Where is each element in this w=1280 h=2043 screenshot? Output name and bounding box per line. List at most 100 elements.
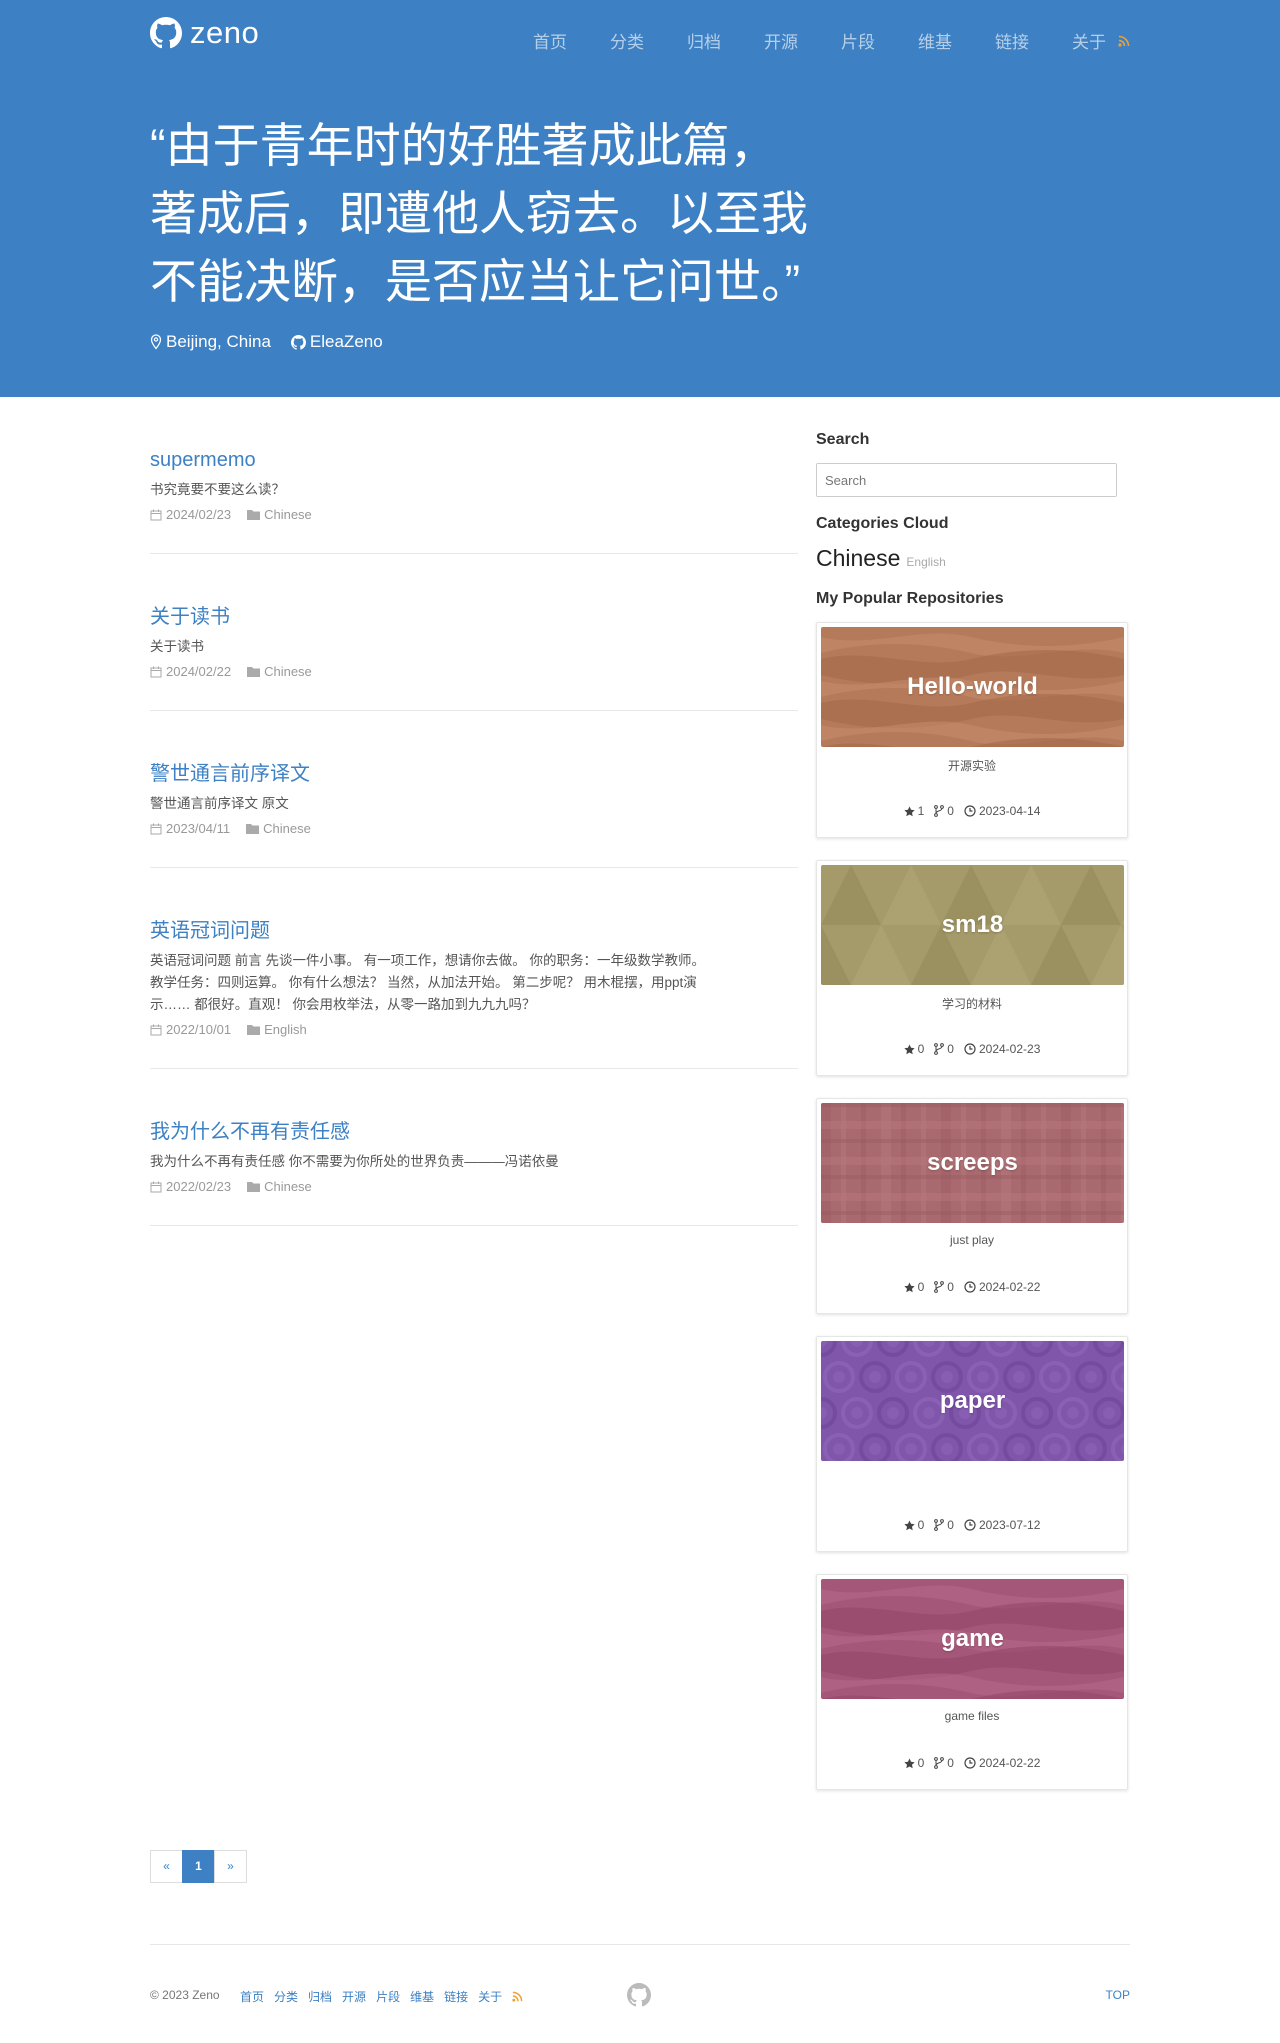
folder-icon: [246, 824, 260, 834]
repo-star-count: 0: [917, 1756, 925, 1770]
nav-item-home[interactable]: 首页: [533, 28, 567, 53]
repo-banner[interactable]: game: [821, 1579, 1124, 1699]
nav-item-categories[interactable]: 分类: [610, 28, 644, 53]
post-meta: 2022/10/01 English: [150, 1022, 798, 1037]
repo-stars: 0: [903, 1756, 925, 1770]
rss-icon[interactable]: [1118, 35, 1130, 47]
fork-icon: [934, 1281, 945, 1293]
post-title-link[interactable]: 警世通言前序译文: [150, 761, 798, 787]
pagination-prev[interactable]: «: [150, 1850, 183, 1883]
footer-link-snippets[interactable]: 片段: [376, 1988, 400, 2005]
calendar-icon: [150, 1024, 162, 1035]
post-title-link[interactable]: 关于读书: [150, 604, 798, 630]
sidebar: Search Categories Cloud Chinese English …: [816, 431, 1130, 1790]
post-category: Chinese: [264, 664, 312, 679]
repo-name-link[interactable]: screeps: [927, 1149, 1018, 1177]
post-date: 2022/02/23: [166, 1179, 232, 1194]
search-heading: Search: [816, 431, 870, 448]
back-to-top-link[interactable]: TOP: [1106, 1988, 1130, 2002]
repo-card: Hello-world 开源实验 1 0 2023-04-14: [816, 622, 1128, 838]
repo-banner[interactable]: sm18: [821, 865, 1124, 985]
footer-link-links[interactable]: 链接: [444, 1988, 468, 2005]
nav-item-about[interactable]: 关于: [1072, 28, 1106, 53]
nav-item-snippets[interactable]: 片段: [841, 28, 875, 53]
footer-link-opensource[interactable]: 开源: [342, 1988, 366, 2005]
fork-icon: [934, 805, 945, 817]
footer-link-categories[interactable]: 分类: [274, 1988, 298, 2005]
github-icon: [290, 334, 306, 350]
repo-name-link[interactable]: sm18: [942, 911, 1003, 939]
site-header: zeno 首页 分类 归档 开源 片段 维基 链接 关于 “由于青年时的好胜著成…: [0, 0, 1280, 397]
post-list: supermemo 书究竟要不要这么读？ 2024/02/23 Chinese …: [150, 397, 798, 1226]
folder-icon: [247, 510, 261, 520]
footer-link-wiki[interactable]: 维基: [410, 1988, 434, 2005]
hero-meta: Beijing, China EleaZeno: [150, 332, 870, 352]
post-category-link[interactable]: Chinese: [247, 664, 312, 679]
post-category: English: [264, 1022, 307, 1037]
repo-banner[interactable]: Hello-world: [821, 627, 1124, 747]
star-icon: [903, 805, 915, 816]
nav-item-links[interactable]: 链接: [995, 28, 1029, 53]
repo-updated: 2023-07-12: [964, 1518, 1040, 1532]
rss-icon[interactable]: [512, 1991, 523, 2002]
repo-fork-count: 0: [947, 804, 954, 818]
search-input[interactable]: [816, 463, 1117, 497]
repo-banner[interactable]: paper: [821, 1341, 1124, 1461]
location-text: Beijing, China: [166, 332, 271, 351]
category-link-chinese[interactable]: Chinese: [816, 545, 900, 572]
repo-name-link[interactable]: Hello-world: [907, 673, 1038, 701]
repo-fork-count: 0: [947, 1042, 954, 1056]
post-title-link[interactable]: supermemo: [150, 447, 798, 473]
repo-fork-count: 0: [947, 1756, 954, 1770]
repo-stats: 0 0 2024-02-22: [817, 1756, 1127, 1770]
footer-link-archives[interactable]: 归档: [308, 1988, 332, 2005]
github-profile-link[interactable]: EleaZeno: [290, 332, 383, 352]
post-category-link[interactable]: English: [247, 1022, 307, 1037]
post-title-link[interactable]: 我为什么不再有责任感: [150, 1119, 798, 1145]
category-link-english[interactable]: English: [906, 555, 945, 569]
post-category: Chinese: [264, 1179, 312, 1194]
pagination: « 1 »: [150, 1850, 247, 1883]
repo-forks: 0: [934, 1280, 954, 1294]
post-date: 2022/10/01: [166, 1022, 232, 1037]
repo-name-link[interactable]: game: [941, 1625, 1004, 1653]
github-icon[interactable]: [627, 1983, 651, 2007]
calendar-icon: [150, 509, 162, 520]
brand-link[interactable]: zeno: [150, 15, 259, 51]
hero: “由于青年时的好胜著成此篇， 著成后，即遭他人窃去。以至我 不能决断，是否应当让…: [150, 112, 870, 352]
star-icon: [903, 1757, 915, 1768]
footer-link-about[interactable]: 关于: [478, 1988, 502, 2005]
footer-link-home[interactable]: 首页: [240, 1988, 264, 2005]
repo-stars: 0: [903, 1042, 924, 1056]
post-item: 我为什么不再有责任感 我为什么不再有责任感 你不需要为你所处的世界负责———冯诺…: [150, 1069, 798, 1226]
repo-stats: 1 0 2023-04-14: [817, 804, 1127, 818]
repo-name-link[interactable]: paper: [940, 1387, 1005, 1415]
top-nav: zeno 首页 分类 归档 开源 片段 维基 链接 关于: [150, 0, 1130, 75]
repo-forks: 0: [934, 1518, 954, 1532]
post-item: 关于读书 关于读书 2024/02/22 Chinese: [150, 554, 798, 711]
pagination-next[interactable]: »: [214, 1850, 247, 1883]
post-category-link[interactable]: Chinese: [246, 821, 311, 836]
fork-icon: [934, 1043, 945, 1055]
map-pin-icon: [150, 334, 162, 350]
folder-icon: [247, 1025, 261, 1035]
categories-heading: Categories Cloud: [816, 515, 949, 532]
repo-star-count: 1: [917, 804, 925, 818]
hero-quote-line: 著成后，即遭他人窃去。以至我: [150, 187, 808, 240]
pagination-current-page[interactable]: 1: [182, 1850, 215, 1883]
post-title-link[interactable]: 英语冠词问题: [150, 918, 798, 944]
repo-stars: 0: [903, 1280, 924, 1294]
post-category-link[interactable]: Chinese: [247, 507, 312, 522]
location: Beijing, China: [150, 332, 271, 352]
clock-icon: [964, 1281, 976, 1293]
repo-card: game game files 0 0 2024-02-22: [816, 1574, 1128, 1790]
post-category-link[interactable]: Chinese: [247, 1179, 312, 1194]
nav-item-wiki[interactable]: 维基: [918, 28, 952, 53]
post-item: 警世通言前序译文 警世通言前序译文 原文 2023/04/11 Chinese: [150, 711, 798, 868]
repo-stars: 1: [903, 804, 925, 818]
repo-banner[interactable]: screeps: [821, 1103, 1124, 1223]
post-excerpt: 关于读书: [150, 639, 204, 654]
nav-item-opensource[interactable]: 开源: [764, 28, 798, 53]
post-item: supermemo 书究竟要不要这么读？ 2024/02/23 Chinese: [150, 397, 798, 554]
nav-item-archives[interactable]: 归档: [687, 28, 721, 53]
